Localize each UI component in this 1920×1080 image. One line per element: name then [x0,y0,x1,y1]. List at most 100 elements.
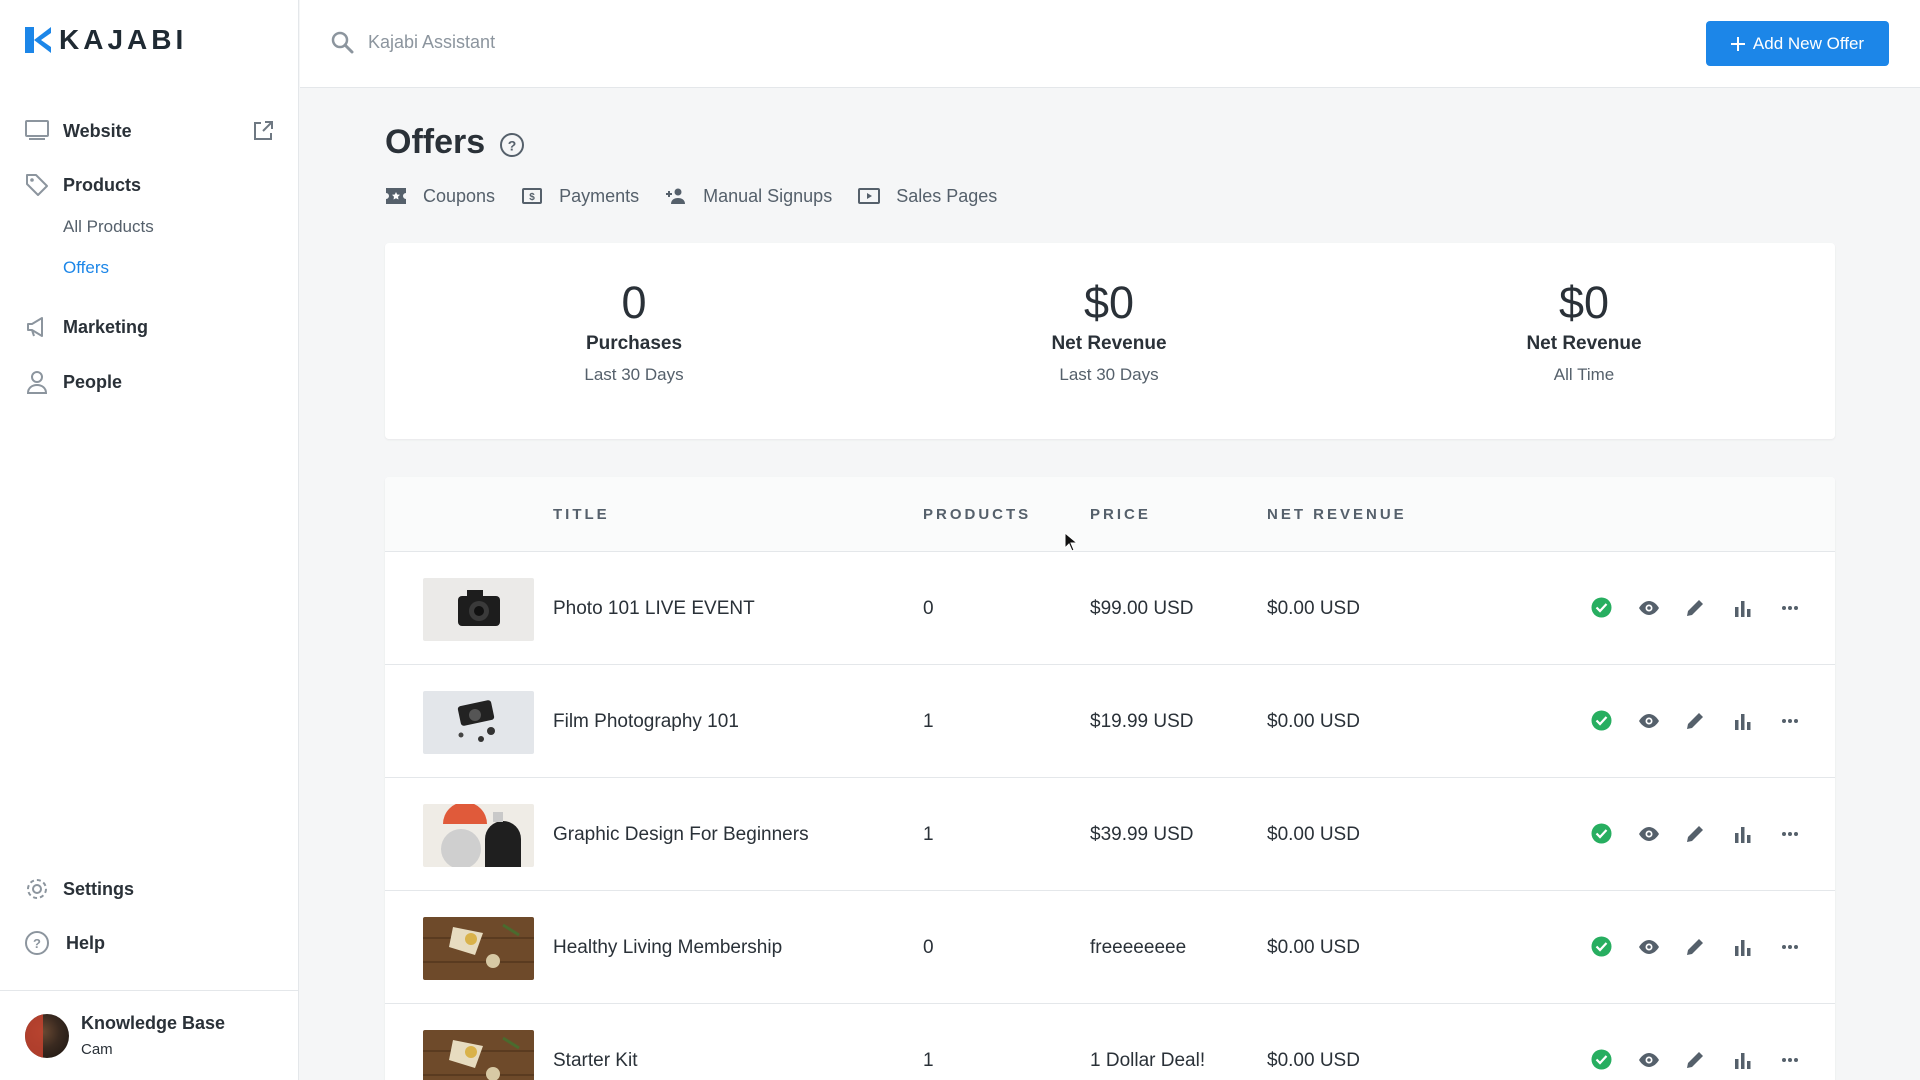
preview-eye-icon[interactable] [1637,822,1660,845]
offer-net-revenue: $0.00 USD [1267,1050,1360,1071]
search-input[interactable] [368,26,968,58]
edit-pencil-icon[interactable] [1684,596,1707,619]
subnav-sales-pages[interactable]: Sales Pages [858,185,997,207]
table-row[interactable]: Photo 101 LIVE EVENT 0 $99.00 USD $0.00 USD [385,552,1835,665]
sidebar-item-label: Products [63,174,142,195]
row-actions [1590,1048,1801,1071]
sidebar-item-website[interactable]: Website [24,118,132,144]
sidebar-item-label: Marketing [63,316,149,337]
add-new-offer-button[interactable]: Add New Offer [1706,21,1889,66]
offer-thumbnail[interactable] [423,578,534,641]
offer-title[interactable]: Graphic Design For Beginners [553,824,809,846]
stats-bar-icon[interactable] [1731,709,1754,732]
offer-products-count: 1 [923,824,934,845]
stat-purchases: 0 Purchases Last 30 Days [484,277,784,385]
offer-net-revenue: $0.00 USD [1267,598,1360,619]
subnav-manual-signups[interactable]: Manual Signups [665,185,832,207]
stat-value: $0 [1083,277,1135,328]
offer-products-count: 0 [923,598,934,619]
offer-products-count: 1 [923,711,934,732]
topbar: Add New Offer [300,0,1920,88]
sidebar-item-people[interactable]: People [24,369,122,395]
published-check-icon[interactable] [1590,709,1613,732]
edit-pencil-icon[interactable] [1684,822,1707,845]
sidebar-subitem-all-products[interactable]: All Products [63,217,154,237]
stats-card: 0 Purchases Last 30 Days $0 Net Revenue … [385,243,1835,439]
edit-pencil-icon[interactable] [1684,935,1707,958]
published-check-icon[interactable] [1590,1048,1613,1071]
sidebar-item-label: People [63,371,123,392]
search-icon [331,31,354,54]
table-row[interactable]: Healthy Living Membership 0 freeeeeeee $0.0… [385,891,1835,1004]
sidebar-subitem-offers[interactable]: Offers [63,258,109,278]
col-title[interactable]: TITLE [553,506,610,523]
col-price[interactable]: PRICE [1090,506,1151,523]
stat-period: All Time [1553,365,1615,384]
account-switcher[interactable]: Knowledge Base Cam [0,990,299,1080]
row-actions [1590,596,1801,619]
offer-thumbnail[interactable] [423,917,534,980]
stats-bar-icon[interactable] [1731,1048,1754,1071]
stat-net-revenue-30d: $0 Net Revenue Last 30 Days [959,277,1259,385]
sidebar-item-label: Website [63,120,132,141]
external-link-icon[interactable] [252,120,274,142]
kajabi-logo-icon [25,27,51,53]
offer-title[interactable]: Healthy Living Membership [553,937,782,959]
stats-bar-icon[interactable] [1731,822,1754,845]
published-check-icon[interactable] [1590,596,1613,619]
row-actions [1590,822,1801,845]
more-dots-icon[interactable] [1778,709,1801,732]
offer-thumbnail[interactable] [423,804,534,867]
help-circle-icon[interactable]: ? [499,132,525,158]
offer-title[interactable]: Starter Kit [553,1050,637,1072]
stats-bar-icon[interactable] [1731,596,1754,619]
offer-thumbnail[interactable] [423,691,534,754]
offer-net-revenue: $0.00 USD [1267,937,1360,958]
more-dots-icon[interactable] [1778,596,1801,619]
subnav-label: Sales Pages [896,185,998,206]
col-net-revenue[interactable]: NET REVENUE [1267,506,1407,523]
sidebar-item-settings[interactable]: Settings [24,876,134,902]
offer-net-revenue: $0.00 USD [1267,824,1360,845]
preview-eye-icon[interactable] [1637,1048,1660,1071]
svg-text:$: $ [529,192,535,203]
more-dots-icon[interactable] [1778,1048,1801,1071]
stats-bar-icon[interactable] [1731,935,1754,958]
preview-eye-icon[interactable] [1637,709,1660,732]
sidebar-item-marketing[interactable]: Marketing [24,314,148,340]
subnav-payments[interactable]: $ Payments [521,185,639,207]
stat-value: 0 [621,277,647,328]
preview-eye-icon[interactable] [1637,935,1660,958]
help-icon: ? [24,930,50,956]
sidebar-item-products[interactable]: Products [24,172,141,198]
published-check-icon[interactable] [1590,935,1613,958]
edit-pencil-icon[interactable] [1684,709,1707,732]
kajabi-logo[interactable]: KAJABI [25,24,187,56]
account-name: Knowledge Base [81,1013,226,1033]
sidebar-item-help[interactable]: ? Help [24,930,105,956]
account-user: Cam [81,1041,113,1058]
offer-title[interactable]: Photo 101 LIVE EVENT [553,598,755,620]
plus-icon [1730,36,1745,51]
table-row[interactable]: Starter Kit 1 1 Dollar Deal! $0.00 USD [385,1004,1835,1080]
offer-price: freeeeeeee [1090,937,1187,958]
offer-price: $39.99 USD [1090,824,1194,845]
preview-eye-icon[interactable] [1637,596,1660,619]
stat-value: $0 [1558,277,1610,328]
offer-title[interactable]: Film Photography 101 [553,711,739,733]
offer-thumbnail[interactable] [423,1030,534,1080]
table-row[interactable]: Film Photography 101 1 $19.99 USD $0.00 USD [385,665,1835,778]
offer-net-revenue: $0.00 USD [1267,711,1360,732]
col-products[interactable]: PRODUCTS [923,506,1031,523]
edit-pencil-icon[interactable] [1684,1048,1707,1071]
svg-text:?: ? [508,138,517,154]
more-dots-icon[interactable] [1778,822,1801,845]
more-dots-icon[interactable] [1778,935,1801,958]
subnav-coupons[interactable]: Coupons [385,185,495,207]
tag-icon [24,172,50,198]
offer-price: $99.00 USD [1090,598,1194,619]
table-row[interactable]: Graphic Design For Beginners 1 $39.99 USD $… [385,778,1835,891]
offer-price: 1 Dollar Deal! [1090,1050,1206,1071]
published-check-icon[interactable] [1590,822,1613,845]
dollar-bill-icon: $ [521,185,543,207]
